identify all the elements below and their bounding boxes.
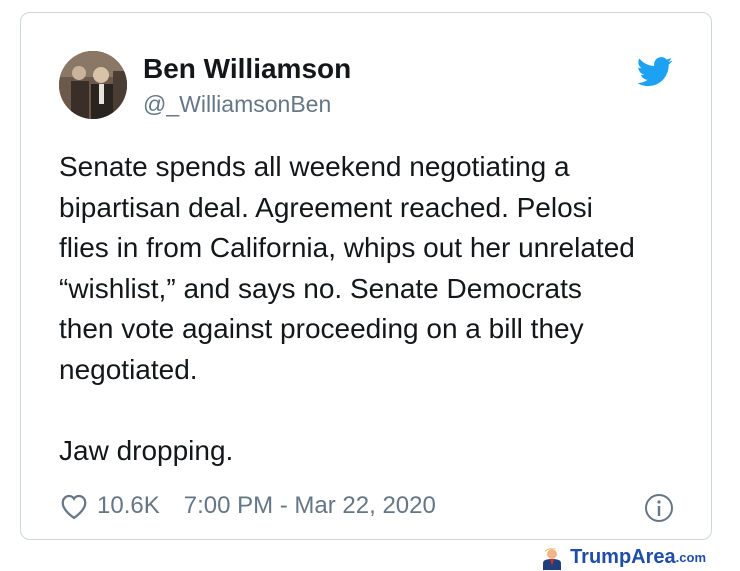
tweet-text-line: Senate spends all weekend negotiating a: [59, 151, 570, 182]
tweet-footer: 10.6K 7:00 PM - Mar 22, 2020: [59, 491, 436, 521]
like-count[interactable]: 10.6K: [97, 492, 160, 520]
tweet-text-closing: Jaw dropping.: [59, 434, 234, 466]
tweet-timestamp[interactable]: 7:00 PM - Mar 22, 2020: [184, 492, 436, 520]
tweet-text-line: then vote against proceeding on a bill t…: [59, 313, 584, 344]
avatar-photo: [59, 51, 127, 119]
heart-icon[interactable]: [59, 492, 89, 520]
watermark-tld: .com: [675, 549, 706, 565]
info-icon[interactable]: [643, 492, 675, 524]
avatar[interactable]: [59, 51, 127, 119]
tweet-card: Ben Williamson @_WilliamsonBen Senate sp…: [20, 12, 712, 540]
trump-figure-icon: [543, 548, 562, 570]
tweet-text-line: flies in from California, whips out her …: [59, 232, 635, 263]
watermark-name: TrumpArea: [570, 545, 676, 568]
author-handle[interactable]: @_WilliamsonBen: [143, 91, 331, 118]
tweet-text-line: “wishlist,” and says no. Senate Democrat…: [59, 272, 582, 304]
author-display-name[interactable]: Ben Williamson: [143, 53, 351, 85]
tweet-text-line: negotiated.: [59, 353, 198, 385]
page: Ben Williamson @_WilliamsonBen Senate sp…: [0, 0, 740, 571]
tweet-text: Senate spends all weekend negotiating a …: [59, 147, 689, 471]
tweet-text-line: bipartisan deal. Agreement reached. Pelo…: [59, 191, 593, 223]
watermark: TrumpArea .com: [540, 544, 706, 570]
twitter-bird-icon[interactable]: [637, 57, 673, 87]
